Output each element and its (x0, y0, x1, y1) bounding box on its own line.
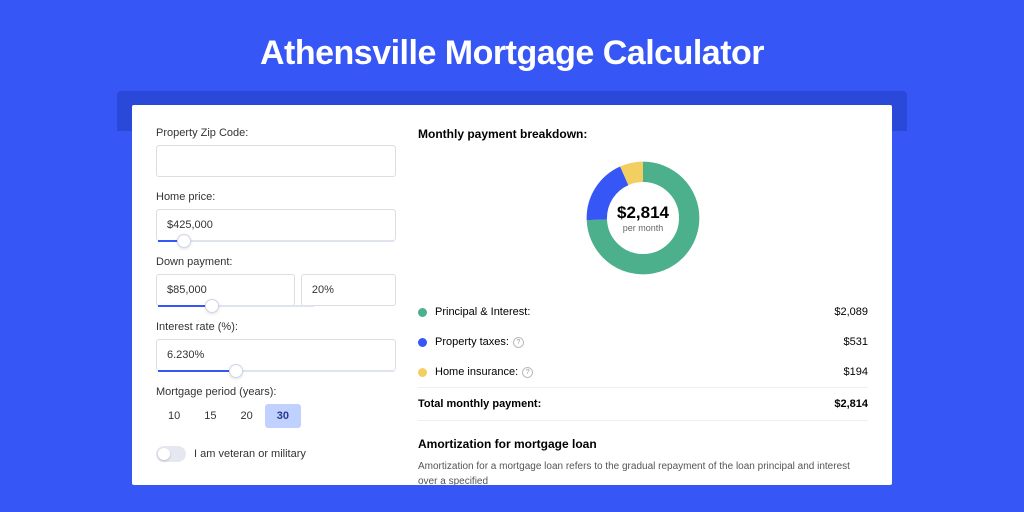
donut-center-label: per month (623, 223, 664, 233)
breakdown-column: Monthly payment breakdown: $2,814 per mo… (418, 127, 868, 485)
down-payment-amount-input[interactable] (156, 274, 295, 306)
down-payment-label: Down payment: (156, 256, 396, 268)
period-label: Mortgage period (years): (156, 386, 396, 398)
legend-taxes-label: Property taxes: (435, 336, 509, 348)
legend-principal-value: $2,089 (834, 306, 868, 318)
legend-principal: Principal & Interest: $2,089 (418, 297, 868, 327)
down-payment-slider-thumb[interactable] (205, 299, 219, 313)
zip-input[interactable] (156, 145, 396, 177)
interest-slider[interactable] (158, 370, 394, 372)
dot-icon (418, 308, 427, 317)
period-15[interactable]: 15 (192, 404, 228, 428)
veteran-row: I am veteran or military (156, 446, 396, 462)
legend-principal-label: Principal & Interest: (435, 306, 834, 318)
down-payment-field: Down payment: (156, 256, 396, 307)
donut-wrap: $2,814 per month (418, 151, 868, 297)
home-price-label: Home price: (156, 191, 396, 203)
veteran-toggle[interactable] (156, 446, 186, 462)
veteran-label: I am veteran or military (194, 448, 306, 460)
amortization-title: Amortization for mortgage loan (418, 437, 868, 451)
down-payment-percent-input[interactable] (301, 274, 396, 306)
interest-label: Interest rate (%): (156, 321, 396, 333)
legend-insurance-label: Home insurance: (435, 366, 518, 378)
zip-field: Property Zip Code: (156, 127, 396, 177)
page-title: Athensville Mortgage Calculator (0, 0, 1024, 91)
info-icon[interactable]: ? (522, 367, 533, 378)
legend-taxes-value: $531 (844, 336, 868, 348)
period-30[interactable]: 30 (265, 404, 301, 428)
breakdown-title: Monthly payment breakdown: (418, 127, 868, 141)
amortization-text: Amortization for a mortgage loan refers … (418, 459, 868, 485)
total-row: Total monthly payment: $2,814 (418, 387, 868, 421)
home-price-input[interactable] (156, 209, 396, 241)
interest-slider-thumb[interactable] (229, 364, 243, 378)
info-icon[interactable]: ? (513, 337, 524, 348)
home-price-field: Home price: (156, 191, 396, 242)
form-column: Property Zip Code: Home price: Down paym… (156, 127, 396, 485)
legend-insurance-value: $194 (844, 366, 868, 378)
dot-icon (418, 338, 427, 347)
period-10[interactable]: 10 (156, 404, 192, 428)
dot-icon (418, 368, 427, 377)
total-label: Total monthly payment: (418, 398, 834, 410)
period-field: Mortgage period (years): 10 15 20 30 (156, 386, 396, 428)
payment-donut-chart: $2,814 per month (582, 157, 704, 279)
amortization-section: Amortization for mortgage loan Amortizat… (418, 437, 868, 485)
total-value: $2,814 (834, 398, 868, 410)
interest-field: Interest rate (%): (156, 321, 396, 372)
home-price-slider[interactable] (158, 240, 394, 242)
period-buttons: 10 15 20 30 (156, 404, 396, 428)
calculator-card: Property Zip Code: Home price: Down paym… (132, 105, 892, 485)
home-price-slider-thumb[interactable] (177, 234, 191, 248)
interest-input[interactable] (156, 339, 396, 371)
donut-center-value: $2,814 (617, 203, 669, 223)
period-20[interactable]: 20 (229, 404, 265, 428)
down-payment-slider[interactable] (158, 305, 314, 307)
zip-label: Property Zip Code: (156, 127, 396, 139)
legend-taxes: Property taxes: ? $531 (418, 327, 868, 357)
legend-insurance: Home insurance: ? $194 (418, 357, 868, 387)
